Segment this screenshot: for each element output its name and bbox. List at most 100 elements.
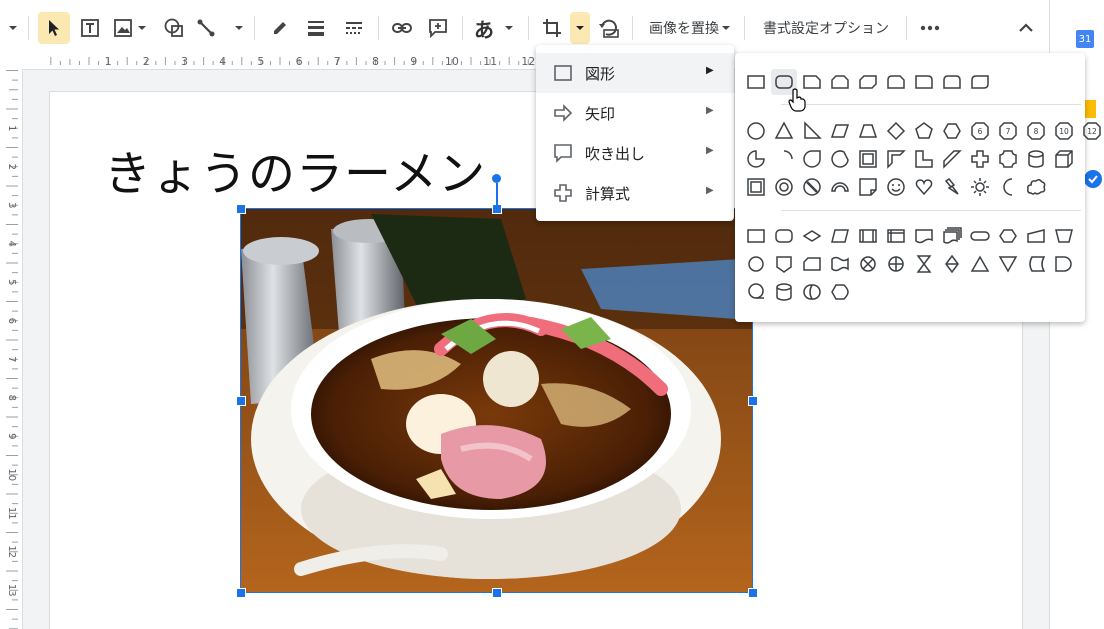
menu-item-equation[interactable]: 計算式 ▶	[536, 173, 734, 213]
smiley-face-shape-icon[interactable]	[883, 174, 909, 200]
menu-item-shapes[interactable]: 図形 ▶	[536, 53, 734, 93]
polygon-7-icon[interactable]: 7	[995, 118, 1021, 144]
polygon-10-icon[interactable]: 10	[1051, 118, 1077, 144]
replace-image-button[interactable]: 画像を置換	[640, 12, 740, 44]
sun-shape-icon[interactable]	[967, 174, 993, 200]
resize-handle[interactable]	[236, 396, 246, 406]
flowchart-multidocument-shape-icon[interactable]	[939, 223, 965, 249]
more-icon[interactable]	[914, 12, 946, 44]
flowchart-summing-junction-shape-icon[interactable]	[855, 251, 881, 277]
plaque-shape-icon[interactable]	[995, 146, 1021, 172]
flowchart-display-shape-icon[interactable]	[827, 279, 853, 305]
rectangle-shape-icon[interactable]	[743, 69, 769, 95]
cloud-shape-icon[interactable]	[1023, 174, 1049, 200]
round-diagonal-shape-icon[interactable]	[967, 69, 993, 95]
flowchart-predefined-process-shape-icon[interactable]	[855, 223, 881, 249]
vertical-ruler[interactable]: 1 2 3 4 5 6 7 8 9 10 11 12 13	[0, 69, 23, 629]
diamond-shape-icon[interactable]	[883, 118, 909, 144]
round-same-side-shape-icon[interactable]	[939, 69, 965, 95]
link-icon[interactable]	[386, 12, 418, 44]
right-triangle-shape-icon[interactable]	[799, 118, 825, 144]
rotation-handle[interactable]	[492, 174, 501, 183]
flowchart-stored-data-shape-icon[interactable]	[1023, 251, 1049, 277]
flowchart-direct-access-shape-icon[interactable]	[799, 279, 825, 305]
pie-shape-icon[interactable]	[743, 146, 769, 172]
arc-shape-icon[interactable]	[771, 146, 797, 172]
input-tools-icon[interactable]: あ	[470, 12, 520, 44]
lightning-bolt-shape-icon[interactable]	[939, 174, 965, 200]
flowchart-manual-input-shape-icon[interactable]	[1023, 223, 1049, 249]
image-icon[interactable]	[110, 12, 152, 44]
hexagon-shape-icon[interactable]	[939, 118, 965, 144]
flowchart-or-shape-icon[interactable]	[883, 251, 909, 277]
teardrop-shape-icon[interactable]	[799, 146, 825, 172]
flowchart-process-shape-icon[interactable]	[743, 223, 769, 249]
flowchart-offpage-connector-shape-icon[interactable]	[771, 251, 797, 277]
flowchart-merge-shape-icon[interactable]	[995, 251, 1021, 277]
flowchart-connector-shape-icon[interactable]	[743, 251, 769, 277]
flowchart-preparation-shape-icon[interactable]	[995, 223, 1021, 249]
donut-shape-icon[interactable]	[771, 174, 797, 200]
plus-shape-icon[interactable]	[967, 146, 993, 172]
diagonal-stripe-shape-icon[interactable]	[939, 146, 965, 172]
heart-shape-icon[interactable]	[911, 174, 937, 200]
snip-same-side-shape-icon[interactable]	[827, 69, 853, 95]
reset-image-icon[interactable]	[594, 12, 624, 44]
format-options-button[interactable]: 書式設定オプション	[752, 12, 900, 44]
line-icon[interactable]	[194, 12, 248, 44]
resize-handle[interactable]	[748, 588, 758, 598]
resize-handle[interactable]	[236, 588, 246, 598]
flowchart-alternate-process-shape-icon[interactable]	[771, 223, 797, 249]
chevron-down-icon[interactable]	[2, 12, 24, 44]
flowchart-document-shape-icon[interactable]	[911, 223, 937, 249]
resize-handle[interactable]	[236, 204, 246, 214]
mask-dropdown-icon[interactable]	[570, 12, 590, 44]
pentagon-shape-icon[interactable]	[911, 118, 937, 144]
flowchart-extract-shape-icon[interactable]	[967, 251, 993, 277]
flowchart-data-shape-icon[interactable]	[827, 223, 853, 249]
can-shape-icon[interactable]	[1023, 146, 1049, 172]
flowchart-manual-operation-shape-icon[interactable]	[1051, 223, 1077, 249]
frame-shape-icon[interactable]	[855, 146, 881, 172]
polygon-6-icon[interactable]: 6	[967, 118, 993, 144]
l-shape-shape-icon[interactable]	[911, 146, 937, 172]
flowchart-delay-shape-icon[interactable]	[1051, 251, 1077, 277]
ramen-photo[interactable]	[241, 209, 753, 593]
text-box-icon[interactable]	[74, 12, 106, 44]
snip-round-shape-icon[interactable]	[883, 69, 909, 95]
collapse-icon[interactable]	[1010, 12, 1042, 44]
cursor-icon[interactable]	[38, 12, 70, 44]
flowchart-collate-shape-icon[interactable]	[911, 251, 937, 277]
folded-corner-shape-icon[interactable]	[855, 174, 881, 200]
moon-shape-icon[interactable]	[995, 174, 1021, 200]
resize-handle[interactable]	[492, 588, 502, 598]
resize-handle[interactable]	[492, 204, 502, 214]
polygon-12-icon[interactable]: 12	[1079, 118, 1104, 144]
triangle-shape-icon[interactable]	[771, 118, 797, 144]
slide-title[interactable]: きょうのラーメン	[104, 135, 486, 204]
flowchart-decision-shape-icon[interactable]	[799, 223, 825, 249]
flowchart-internal-storage-shape-icon[interactable]	[883, 223, 909, 249]
chord-shape-icon[interactable]	[827, 146, 853, 172]
oval-shape-icon[interactable]	[743, 118, 769, 144]
block-arc-shape-icon[interactable]	[827, 174, 853, 200]
no-symbol-shape-icon[interactable]	[799, 174, 825, 200]
parallelogram-shape-icon[interactable]	[827, 118, 853, 144]
crop-icon[interactable]	[536, 12, 568, 44]
border-dash-icon[interactable]	[338, 12, 370, 44]
add-comment-icon[interactable]	[422, 12, 454, 44]
round-single-corner-shape-icon[interactable]	[911, 69, 937, 95]
border-weight-icon[interactable]	[300, 12, 332, 44]
tasks-icon[interactable]	[1084, 170, 1102, 188]
polygon-8-icon[interactable]: 8	[1023, 118, 1049, 144]
bevel-shape-icon[interactable]	[743, 174, 769, 200]
trapezoid-shape-icon[interactable]	[855, 118, 881, 144]
resize-handle[interactable]	[748, 396, 758, 406]
flowchart-magnetic-disk-shape-icon[interactable]	[771, 279, 797, 305]
flowchart-sequential-access-shape-icon[interactable]	[743, 279, 769, 305]
snip-diagonal-shape-icon[interactable]	[855, 69, 881, 95]
menu-item-callouts[interactable]: 吹き出し ▶	[536, 133, 734, 173]
flowchart-terminator-shape-icon[interactable]	[967, 223, 993, 249]
flowchart-punched-tape-shape-icon[interactable]	[827, 251, 853, 277]
shape-icon[interactable]	[158, 12, 190, 44]
